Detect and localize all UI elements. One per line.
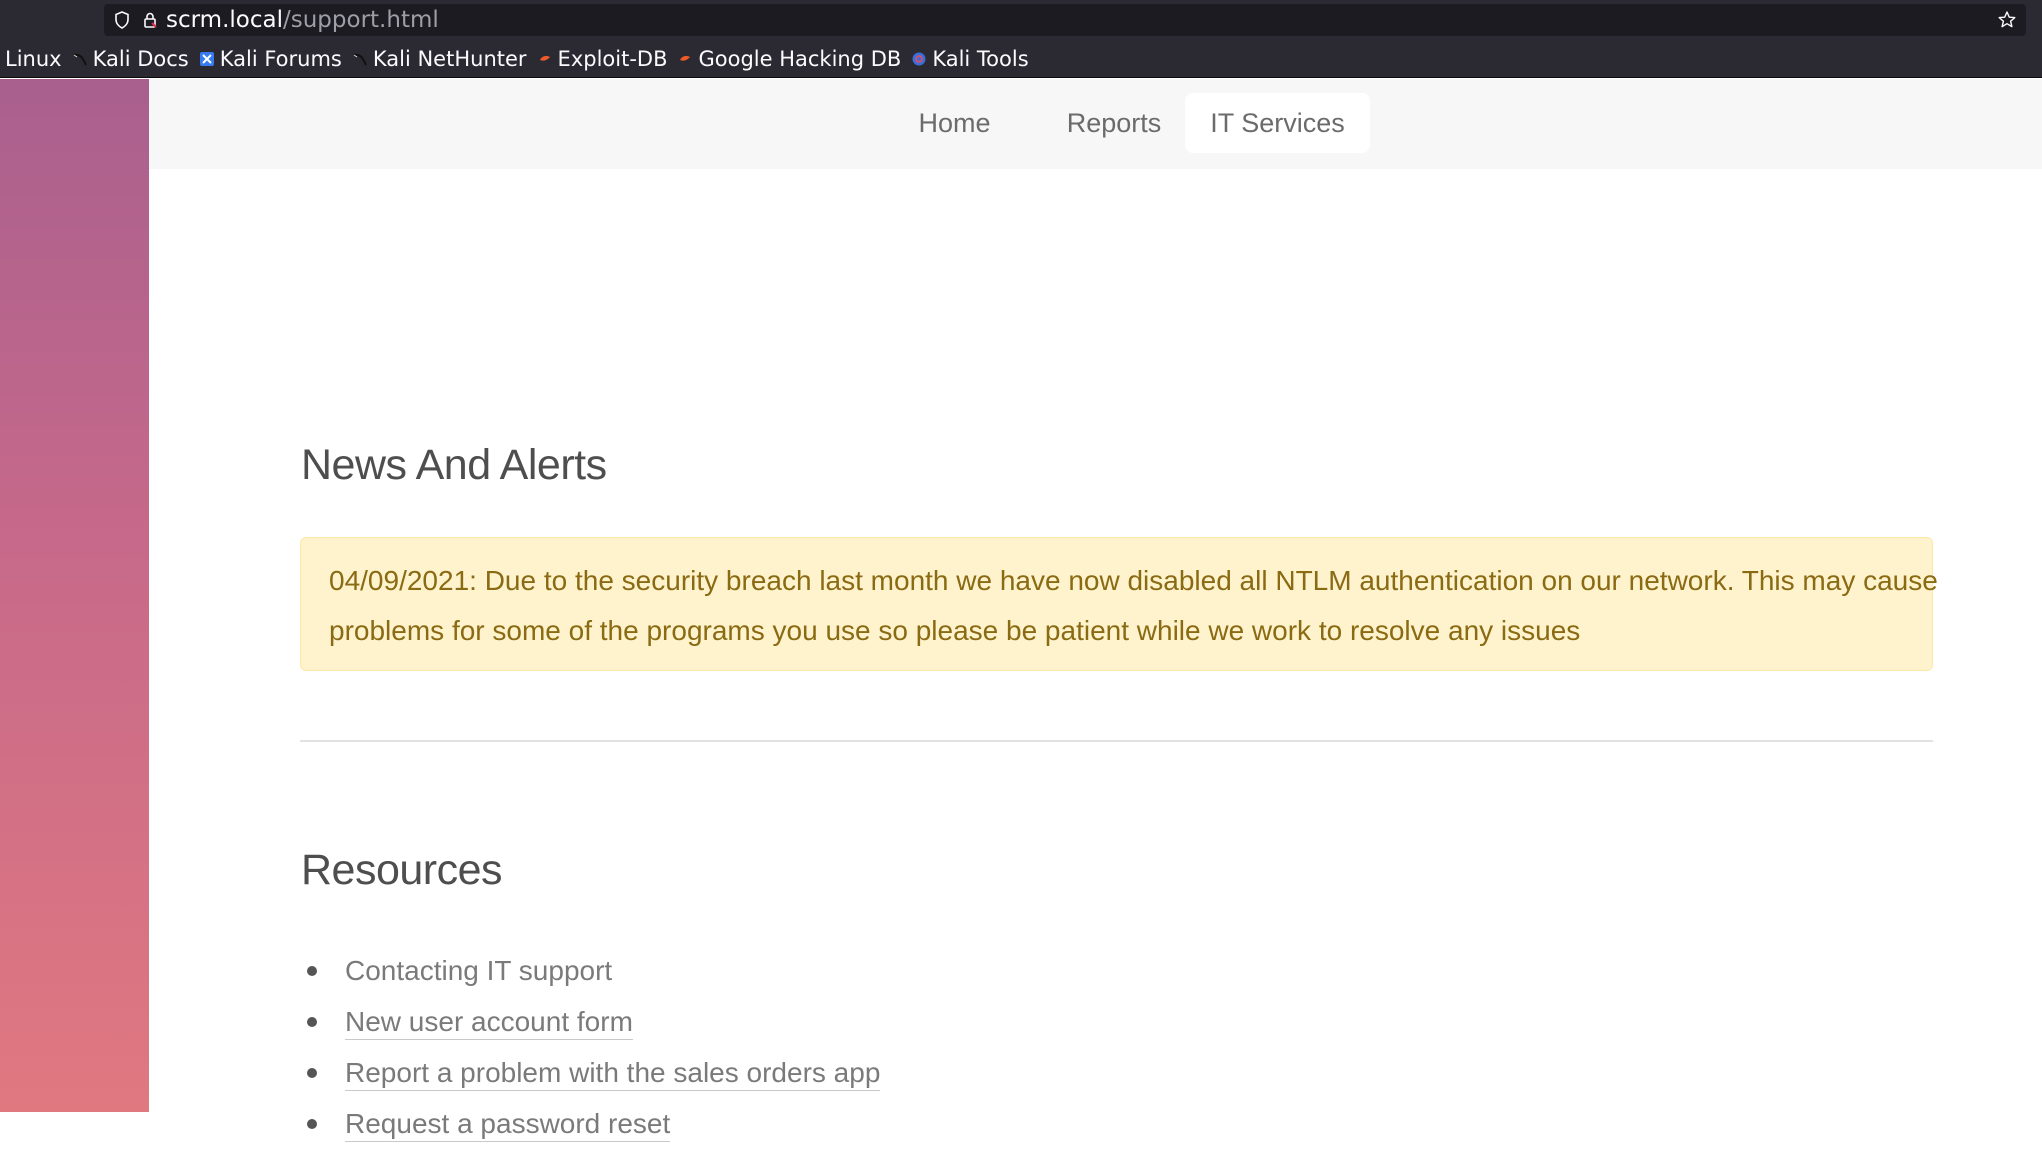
resource-new-user-account-link[interactable]: New user account form [345,1006,633,1040]
bookmark-kali-docs[interactable]: Kali Docs [72,47,189,71]
tracking-protection-shield-icon[interactable] [112,10,132,30]
resources-list: Contacting IT support New user account f… [301,945,881,1149]
bookmark-google-hacking-db[interactable]: Google Hacking DB [677,47,901,71]
url-host: scrm.local [166,7,283,33]
bookmarks-toolbar: Linux Kali Docs Kali Forums Kali NetHunt… [0,40,2042,78]
bookmark-star-icon[interactable] [1996,9,2018,31]
bookmark-label: Linux [5,46,62,71]
nav-it-services[interactable]: IT Services [1185,93,1370,153]
exploit-db-icon [680,55,691,61]
alert-text-line-1: 04/09/2021: Due to the security breach l… [329,565,1938,596]
bookmark-label: Kali Docs [92,46,189,71]
bookmark-kali-nethunter[interactable]: Kali NetHunter [352,47,527,71]
url-path: /support.html [283,7,439,33]
kali-forums-icon [199,51,214,66]
bookmark-label: Kali NetHunter [372,46,527,71]
list-item: Contacting IT support [301,945,880,996]
main-content: News And Alerts 04/09/2021: Due to the s… [149,169,2042,1142]
bookmark-label: Kali Forums [219,46,342,71]
news-heading: News And Alerts [301,441,607,489]
bullet-icon [307,1068,317,1078]
bookmark-label: Google Hacking DB [698,46,902,71]
bullet-icon [307,1017,317,1027]
lock-icon[interactable] [140,10,160,30]
decorative-side-gradient [0,79,149,1112]
alert-text-line-2: problems for some of the programs you us… [329,615,1581,646]
web-page: Home Reports IT Services News And Alerts… [0,79,2042,1142]
bullet-icon [307,1119,317,1129]
kali-dragon-icon [353,53,367,65]
exploit-db-icon [539,55,550,61]
bookmark-exploit-db[interactable]: Exploit-DB [537,46,668,71]
bookmark-label: Kali Tools [932,46,1029,71]
resource-report-sales-app-link[interactable]: Report a problem with the sales orders a… [345,1057,881,1091]
bullet-icon [307,966,317,976]
resource-contact-it-support: Contacting IT support [345,955,613,986]
list-item: Request a password reset [301,1098,880,1149]
browser-toolbar: scrm.local/support.html [0,0,2042,40]
divider [300,740,1933,742]
top-navigation: Home Reports IT Services [149,79,2042,169]
address-bar[interactable]: scrm.local/support.html [104,4,2026,36]
alert-banner: 04/09/2021: Due to the security breach l… [300,537,1938,671]
bookmark-linux[interactable]: Linux [0,47,62,71]
bookmark-kali-tools[interactable]: Kali Tools [911,46,1029,71]
resource-password-reset-link[interactable]: Request a password reset [345,1108,671,1142]
url-text[interactable]: scrm.local/support.html [166,6,439,34]
kali-tools-icon [912,52,926,65]
bookmark-label: Exploit-DB [557,46,668,71]
kali-dragon-icon [73,53,87,65]
nav-home[interactable]: Home [886,93,1023,153]
list-item: Report a problem with the sales orders a… [301,1047,881,1098]
bookmark-kali-forums[interactable]: Kali Forums [199,47,342,71]
resources-heading: Resources [301,846,503,894]
nav-reports[interactable]: Reports [1030,93,1198,153]
list-item: New user account form [301,996,880,1047]
